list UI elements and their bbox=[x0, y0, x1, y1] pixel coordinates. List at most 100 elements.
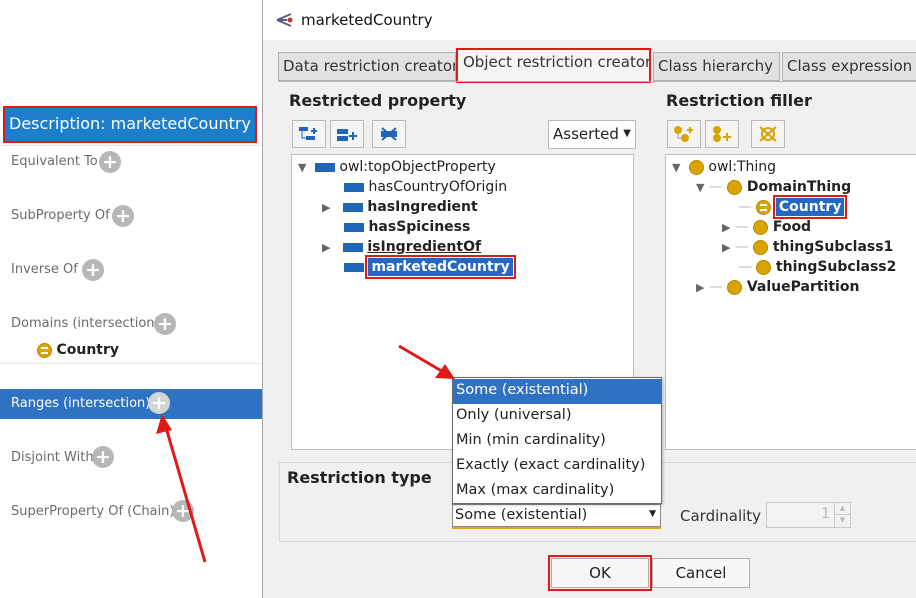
cardinality-value: 1 bbox=[821, 506, 830, 522]
tree-item-label: owl:topObjectProperty bbox=[339, 159, 496, 175]
equivalent-class-icon bbox=[756, 199, 772, 215]
tree-item-label: DomainThing bbox=[746, 179, 852, 195]
tree-item-label: Food bbox=[772, 219, 812, 235]
tree-item-hasspiciness[interactable]: hasSpiciness bbox=[344, 219, 470, 235]
tree-item-owl-thing[interactable]: ▼ owl:Thing bbox=[672, 159, 776, 175]
add-domain-button[interactable]: + bbox=[154, 313, 176, 335]
tree-item-label-selected: Country bbox=[772, 195, 848, 219]
object-property-icon bbox=[344, 182, 364, 192]
add-sub-class-button[interactable] bbox=[667, 120, 701, 148]
tab-object-restriction-creator[interactable]: Object restriction creator bbox=[456, 48, 651, 83]
add-sibling-class-icon bbox=[713, 126, 731, 142]
spinner-up-icon[interactable]: ▲ bbox=[834, 503, 850, 515]
object-property-icon bbox=[344, 262, 364, 272]
domain-item-label: Country bbox=[56, 342, 120, 358]
inverse-of-label: Inverse Of bbox=[11, 262, 78, 277]
add-sub-property-icon bbox=[299, 127, 317, 140]
dialog-title: marketedCountry bbox=[301, 11, 433, 29]
option-some[interactable]: Some (existential) bbox=[453, 379, 661, 404]
expand-icon[interactable]: ▶ bbox=[722, 221, 730, 234]
class-icon bbox=[688, 159, 704, 175]
expand-icon[interactable]: ▶ bbox=[696, 281, 704, 294]
dialog-title-bar: marketedCountry bbox=[263, 0, 916, 40]
select-focus-underline bbox=[452, 527, 661, 529]
tree-item-thingsubclass1[interactable]: ▶ — thingSubclass1 bbox=[722, 239, 893, 255]
add-inverse-of-button[interactable]: + bbox=[82, 259, 104, 281]
restriction-filler-title: Restriction filler bbox=[666, 91, 812, 110]
chevron-down-icon: ▼ bbox=[649, 509, 656, 519]
tree-item-label: owl:Thing bbox=[708, 159, 777, 175]
expand-icon[interactable]: ▶ bbox=[322, 201, 330, 214]
tab-class-hierarchy[interactable]: Class hierarchy bbox=[653, 52, 780, 81]
divider bbox=[0, 145, 262, 146]
tree-item-thingsubclass2[interactable]: — thingSubclass2 bbox=[738, 259, 896, 275]
restriction-dialog: marketedCountry Data restriction creator… bbox=[262, 0, 916, 598]
expand-icon[interactable]: ▼ bbox=[672, 161, 680, 174]
equivalent-to-label: Equivalent To bbox=[11, 154, 98, 169]
cancel-button[interactable]: Cancel bbox=[652, 558, 750, 588]
cardinality-label: Cardinality bbox=[680, 507, 762, 525]
tree-item-domainthing[interactable]: ▼ — DomainThing bbox=[696, 179, 851, 195]
add-disjoint-with-button[interactable]: + bbox=[92, 446, 114, 468]
add-equivalent-to-button[interactable]: + bbox=[99, 151, 121, 173]
tree-item-food[interactable]: ▶ — Food bbox=[722, 219, 811, 235]
tab-content-border bbox=[278, 81, 916, 82]
class-tree: ▼ owl:Thing ▼ — DomainThing — Country ▶ … bbox=[665, 154, 916, 450]
tree-item-marketedcountry[interactable]: marketedCountry bbox=[344, 255, 516, 279]
tree-item-label: isIngredientOf bbox=[367, 239, 482, 255]
tree-item-hascountryoforigin[interactable]: hasCountryOfOrigin bbox=[344, 179, 507, 195]
disjoint-with-label: Disjoint With bbox=[11, 450, 94, 465]
object-property-icon bbox=[342, 242, 363, 252]
add-sibling-property-icon bbox=[337, 129, 357, 141]
view-mode-value: Asserted bbox=[553, 125, 619, 143]
tree-item-label: thingSubclass2 bbox=[775, 259, 897, 275]
tree-item-hasingredient[interactable]: ▶ hasIngredient bbox=[322, 199, 478, 215]
tree-item-valuepartition[interactable]: ▶ — ValuePartition bbox=[696, 279, 859, 295]
description-header: Description: marketedCountry bbox=[3, 106, 257, 143]
add-sub-class-icon bbox=[674, 126, 693, 142]
expand-icon[interactable]: ▶ bbox=[322, 241, 330, 254]
class-icon bbox=[727, 179, 743, 195]
option-only[interactable]: Only (universal) bbox=[453, 404, 661, 429]
tab-data-restriction-creator[interactable]: Data restriction creator bbox=[278, 52, 456, 81]
tree-item-topobjectproperty[interactable]: ▼ owl:topObjectProperty bbox=[298, 159, 496, 175]
cardinality-spinner[interactable]: 1 ▲ ▼ bbox=[766, 502, 851, 528]
tree-item-label: hasIngredient bbox=[367, 199, 478, 215]
spinner-down-icon[interactable]: ▼ bbox=[834, 515, 850, 527]
chevron-down-icon: ▼ bbox=[623, 128, 631, 139]
tree-item-label: hasSpiciness bbox=[368, 219, 471, 235]
ranges-label: Ranges (intersection) bbox=[11, 396, 151, 411]
tree-item-label: hasCountryOfOrigin bbox=[368, 179, 508, 195]
option-exactly[interactable]: Exactly (exact cardinality) bbox=[453, 454, 661, 479]
ranges-row[interactable]: Ranges (intersection) + bbox=[0, 389, 262, 419]
delete-property-button[interactable] bbox=[372, 120, 406, 148]
add-sub-property-button[interactable] bbox=[292, 120, 326, 148]
delete-class-button[interactable] bbox=[751, 120, 785, 148]
class-icon bbox=[727, 279, 743, 295]
option-max[interactable]: Max (max cardinality) bbox=[453, 479, 661, 504]
option-min[interactable]: Min (min cardinality) bbox=[453, 429, 661, 454]
expand-icon[interactable]: ▼ bbox=[696, 181, 704, 194]
expand-icon[interactable]: ▶ bbox=[722, 241, 730, 254]
domain-item-country[interactable]: Country bbox=[37, 342, 119, 358]
tree-item-isingredientof[interactable]: ▶ isIngredientOf bbox=[322, 239, 481, 255]
tab-class-expression[interactable]: Class expression bbox=[782, 52, 916, 81]
divider bbox=[0, 363, 262, 364]
restricted-property-title: Restricted property bbox=[289, 91, 467, 110]
add-sibling-property-button[interactable] bbox=[330, 120, 364, 148]
equivalent-class-icon bbox=[37, 342, 52, 358]
tree-item-country[interactable]: — Country bbox=[738, 195, 848, 219]
object-property-icon bbox=[344, 222, 364, 232]
restriction-type-value: Some (existential) bbox=[455, 507, 588, 523]
ok-button[interactable]: OK bbox=[548, 555, 652, 591]
class-icon bbox=[753, 219, 769, 235]
add-sibling-class-button[interactable] bbox=[705, 120, 739, 148]
expand-icon[interactable]: ▼ bbox=[298, 161, 306, 174]
protege-logo-icon bbox=[276, 13, 293, 27]
restriction-type-dropdown: Some (existential) Only (universal) Min … bbox=[452, 377, 662, 504]
delete-class-icon bbox=[759, 126, 777, 142]
restriction-type-select[interactable]: Some (existential) ▼ bbox=[452, 504, 661, 527]
view-mode-select[interactable]: Asserted ▼ bbox=[548, 120, 636, 149]
add-subproperty-of-button[interactable]: + bbox=[112, 205, 134, 227]
restriction-type-title: Restriction type bbox=[287, 468, 432, 487]
